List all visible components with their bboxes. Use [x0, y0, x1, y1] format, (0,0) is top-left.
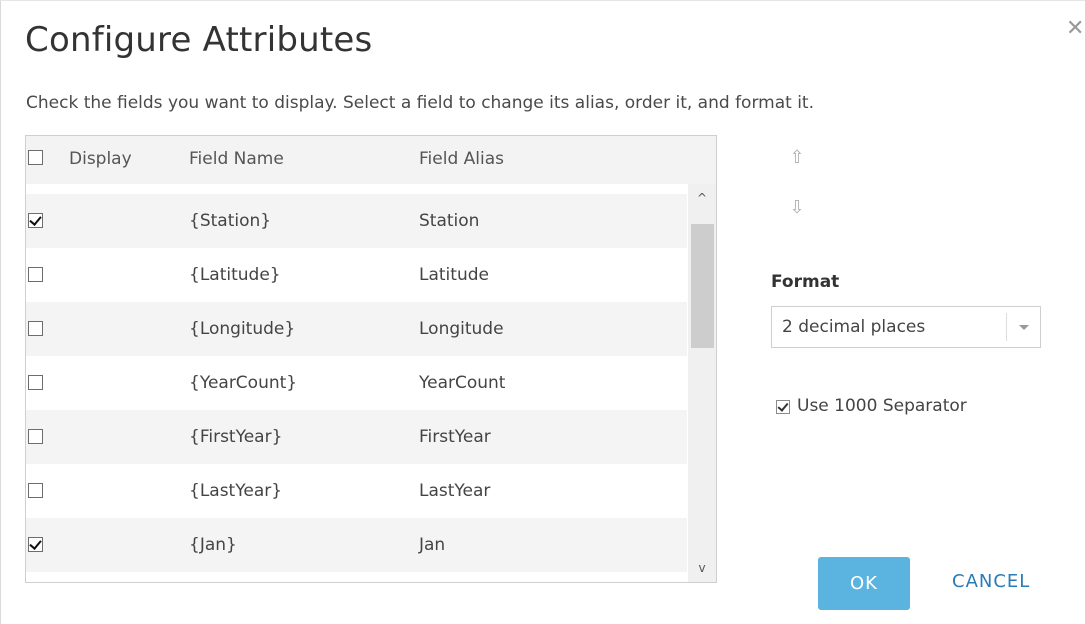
table-header: Display Field Name Field Alias	[26, 136, 716, 184]
scroll-down-icon[interactable]: v	[696, 562, 708, 574]
table-row[interactable]: {Station} Station	[26, 194, 687, 248]
cancel-button[interactable]: CANCEL	[952, 571, 1030, 592]
select-all-checkbox[interactable]	[28, 150, 43, 165]
field-alias-cell: Latitude	[419, 265, 489, 285]
fields-table: Display Field Name Field Alias {Station}…	[25, 135, 717, 583]
instructions-text: Check the fields you want to display. Se…	[26, 93, 814, 113]
field-alias-cell: Jan	[419, 535, 446, 555]
table-row[interactable]: {Longitude} Longitude	[26, 302, 687, 356]
field-name-cell: {LastYear}	[189, 481, 283, 501]
use-separator-checkbox[interactable]	[776, 400, 790, 414]
display-checkbox[interactable]	[28, 537, 43, 552]
display-checkbox[interactable]	[28, 321, 43, 336]
format-select[interactable]: 2 decimal places	[771, 306, 1041, 348]
header-display: Display	[69, 149, 132, 169]
scroll-up-icon[interactable]: ^	[696, 192, 708, 204]
dialog-border	[0, 0, 1, 624]
field-alias-cell: LastYear	[419, 481, 491, 501]
use-separator-label[interactable]: Use 1000 Separator	[797, 396, 967, 416]
table-row[interactable]: {LastYear} LastYear	[26, 464, 687, 518]
field-alias-cell: Longitude	[419, 319, 504, 339]
configure-attributes-dialog: Configure Attributes ✕ Check the fields …	[0, 0, 1085, 624]
select-divider	[1006, 313, 1007, 341]
field-alias-cell: FirstYear	[419, 427, 491, 447]
display-checkbox[interactable]	[28, 213, 43, 228]
field-alias-cell: Station	[419, 211, 480, 231]
display-checkbox[interactable]	[28, 483, 43, 498]
display-checkbox[interactable]	[28, 429, 43, 444]
close-icon[interactable]: ✕	[1066, 18, 1085, 40]
arrow-down-icon[interactable]: ⇩	[788, 197, 806, 219]
dialog-border-top	[0, 0, 1085, 1]
arrow-up-icon[interactable]: ⇧	[788, 147, 806, 169]
display-checkbox[interactable]	[28, 267, 43, 282]
field-alias-cell: YearCount	[419, 373, 506, 393]
table-scrollbar[interactable]: ^ v	[688, 184, 716, 582]
table-row[interactable]: {Jan} Jan	[26, 518, 687, 572]
scroll-thumb[interactable]	[691, 224, 714, 348]
display-checkbox[interactable]	[28, 375, 43, 390]
header-field-alias: Field Alias	[419, 149, 504, 169]
field-name-cell: {Jan}	[189, 535, 237, 555]
field-name-cell: {Station}	[189, 211, 272, 231]
field-name-cell: {YearCount}	[189, 373, 298, 393]
table-row[interactable]: {YearCount} YearCount	[26, 356, 687, 410]
table-rows: {Station} Station {Latitude} Latitude {Longi…	[26, 184, 687, 581]
table-row[interactable]: {FirstYear} FirstYear	[26, 410, 687, 464]
ok-button[interactable]: OK	[818, 557, 910, 610]
header-field-name: Field Name	[189, 149, 284, 169]
field-name-cell: {Longitude}	[189, 319, 296, 339]
format-select-value: 2 decimal places	[782, 317, 926, 337]
field-name-cell: {Latitude}	[189, 265, 281, 285]
field-name-cell: {FirstYear}	[189, 427, 283, 447]
format-label: Format	[771, 272, 840, 292]
dialog-title: Configure Attributes	[25, 20, 373, 60]
chevron-down-icon	[1019, 325, 1029, 330]
table-row[interactable]: {Latitude} Latitude	[26, 248, 687, 302]
